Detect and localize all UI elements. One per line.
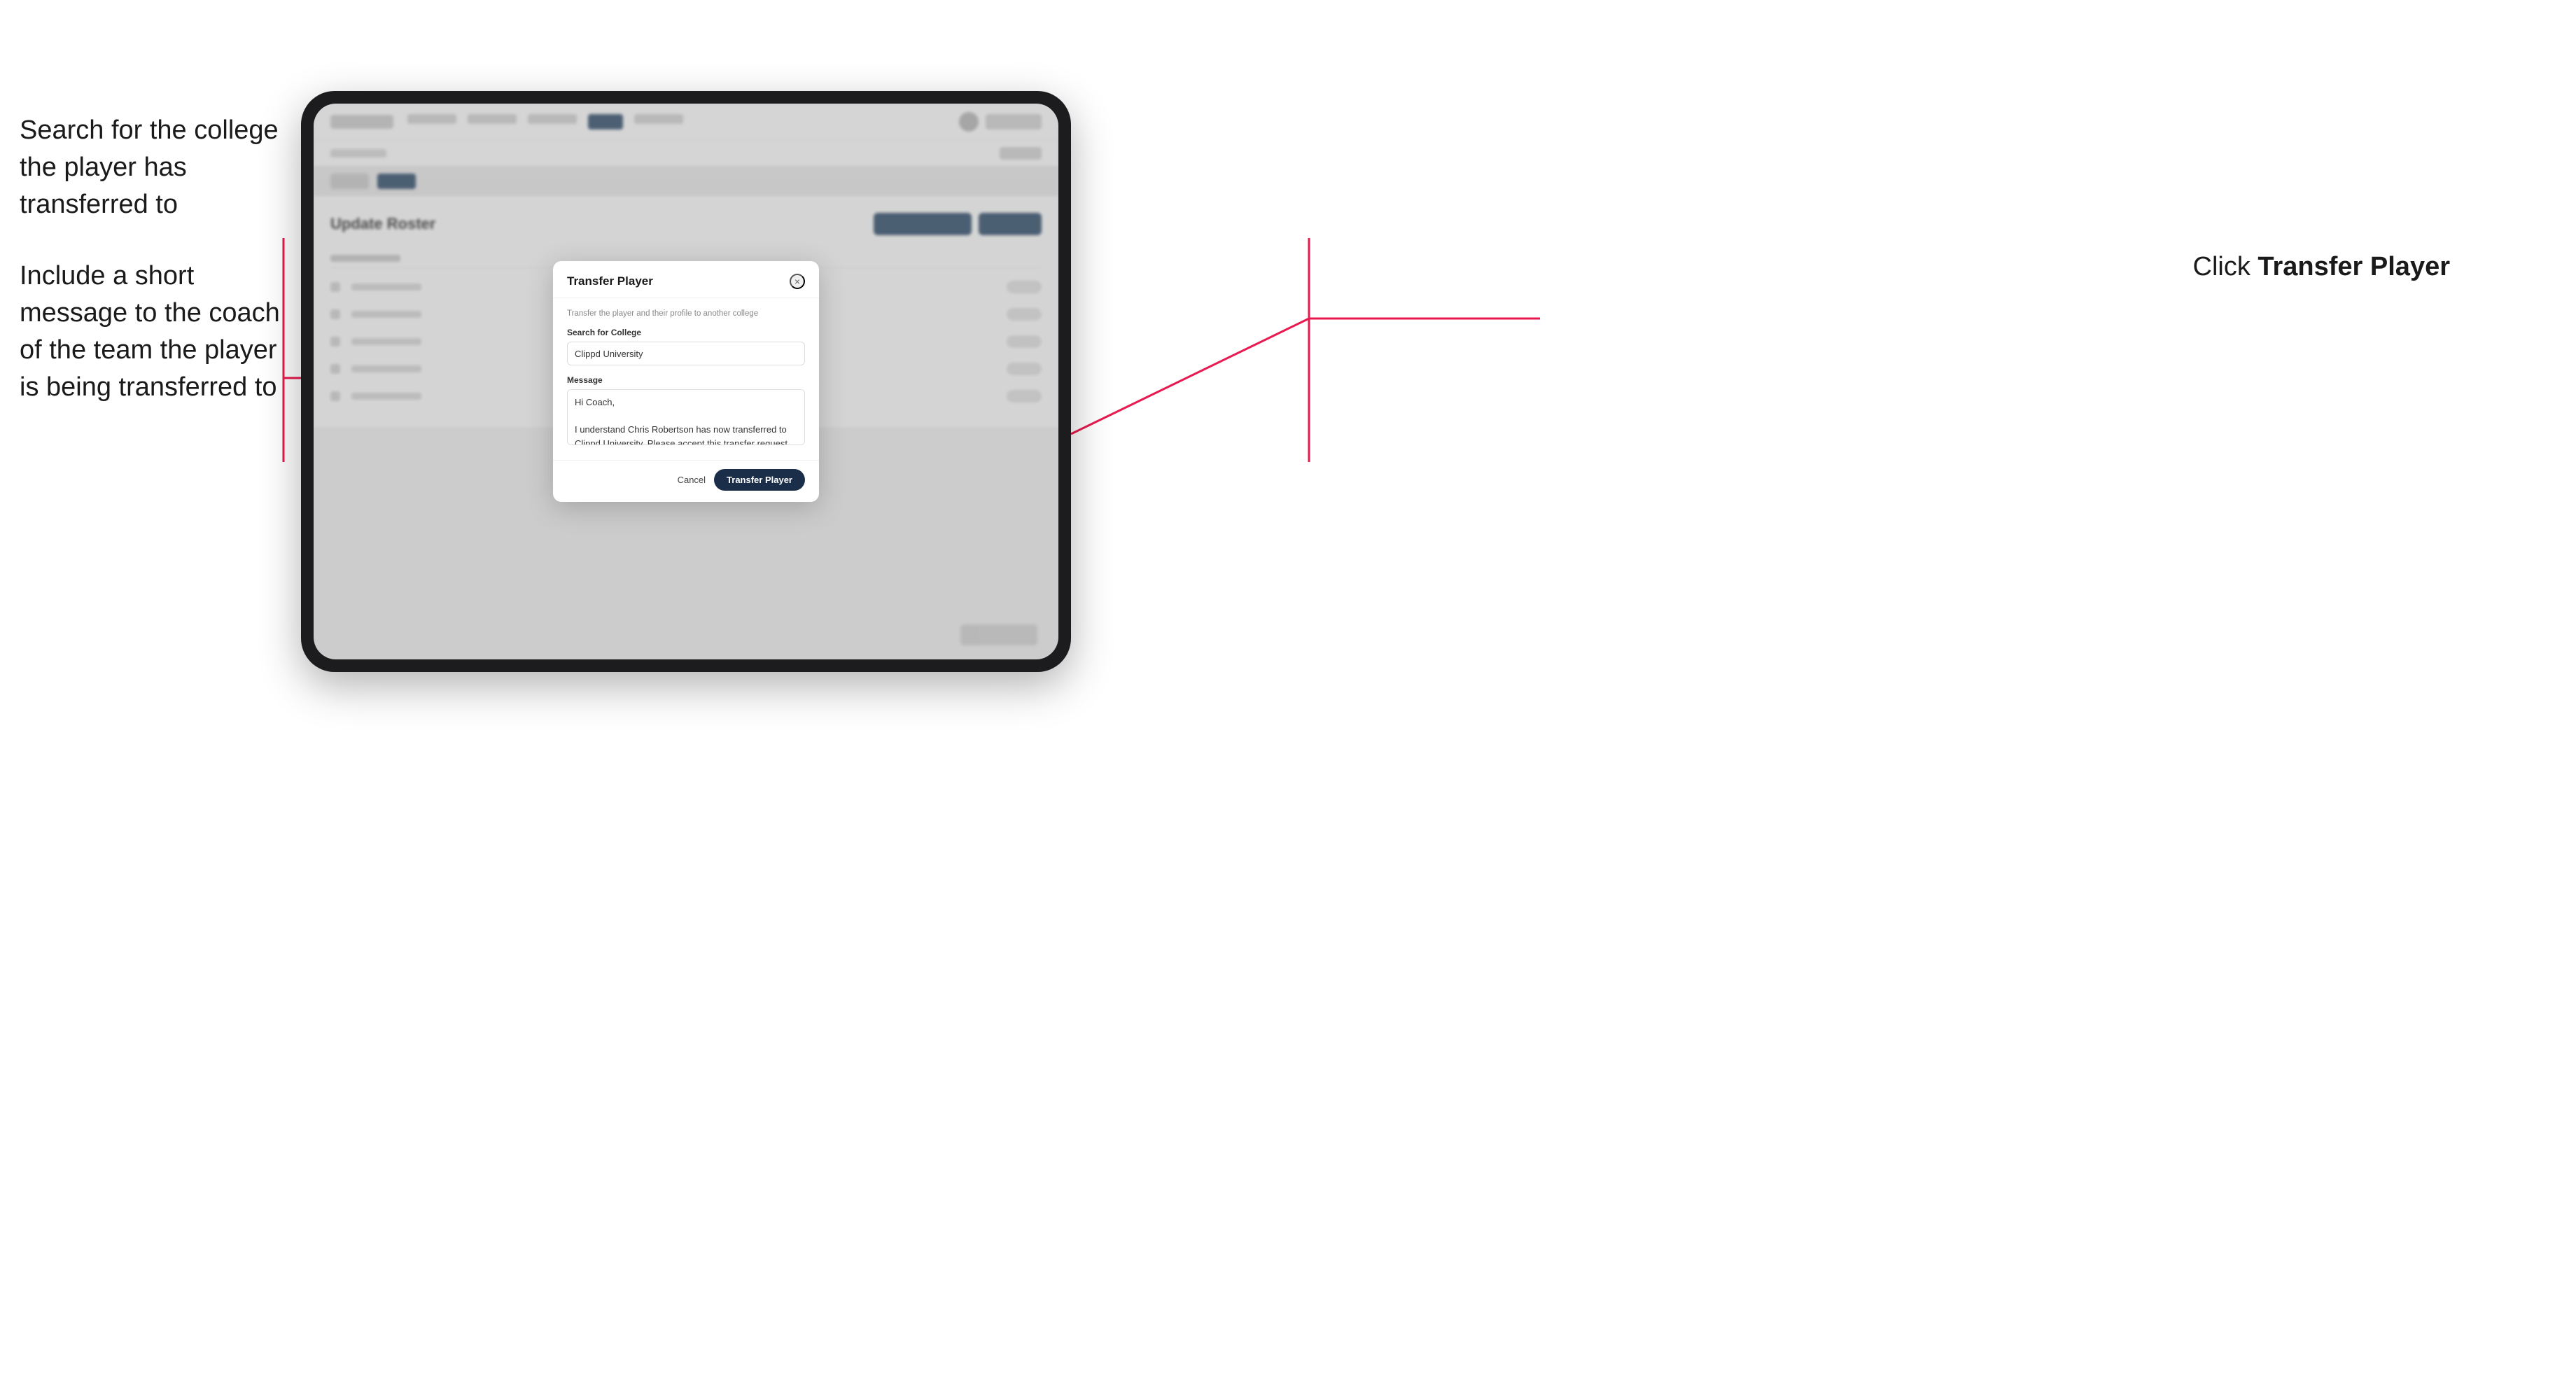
annotation-click-text: Click Transfer Player <box>2193 252 2451 281</box>
modal-body: Transfer the player and their profile to… <box>553 298 819 460</box>
left-annotations: Search for the college the player has tr… <box>20 112 286 440</box>
modal-title: Transfer Player <box>567 274 653 288</box>
cancel-button[interactable]: Cancel <box>678 475 706 485</box>
message-textarea[interactable] <box>567 389 805 445</box>
transfer-player-button[interactable]: Transfer Player <box>714 469 805 491</box>
right-annotation: Click Transfer Player <box>2193 252 2451 282</box>
tablet-device: Update Roster <box>301 91 1071 672</box>
modal-subtitle: Transfer the player and their profile to… <box>567 309 805 318</box>
search-college-input[interactable] <box>567 342 805 365</box>
close-icon: × <box>794 276 800 287</box>
annotation-search-text: Search for the college the player has tr… <box>20 112 286 224</box>
modal-close-button[interactable]: × <box>790 274 805 289</box>
annotation-message-text: Include a short message to the coach of … <box>20 258 286 407</box>
tablet-screen: Update Roster <box>314 104 1058 659</box>
modal-overlay: Transfer Player × Transfer the player an… <box>314 104 1058 659</box>
search-college-label: Search for College <box>567 328 805 337</box>
modal-header: Transfer Player × <box>553 261 819 298</box>
message-label: Message <box>567 375 805 385</box>
modal-footer: Cancel Transfer Player <box>553 460 819 502</box>
transfer-player-modal: Transfer Player × Transfer the player an… <box>553 261 819 502</box>
